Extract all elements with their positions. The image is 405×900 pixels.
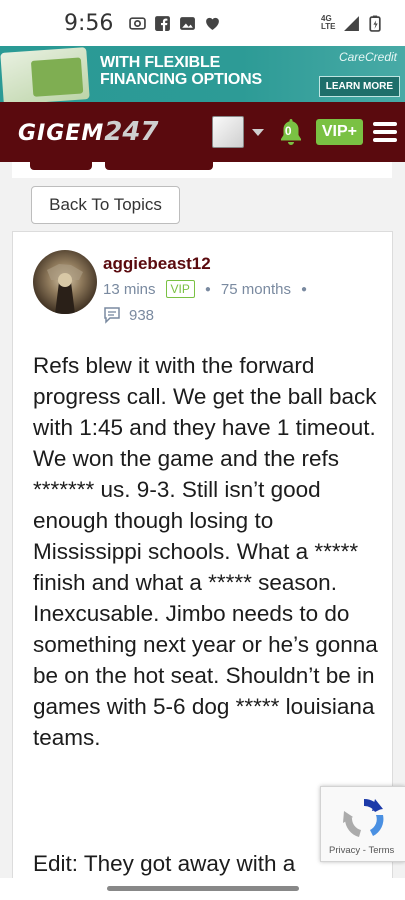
logo-suffix: 247 bbox=[104, 117, 159, 147]
meta-separator: ● bbox=[204, 283, 211, 295]
menu-icon[interactable] bbox=[373, 122, 397, 142]
member-age: 75 months bbox=[220, 280, 291, 298]
post-username[interactable]: aggiebeast12 bbox=[103, 254, 211, 274]
recaptcha-icon bbox=[343, 798, 384, 837]
user-avatar-button[interactable] bbox=[211, 116, 244, 148]
battery-icon bbox=[369, 15, 381, 32]
post-views: 938 bbox=[103, 306, 154, 324]
avatar-image-icon bbox=[47, 264, 83, 314]
notification-count: 0 bbox=[284, 124, 292, 138]
vip-badge: VIP bbox=[165, 280, 195, 298]
recaptcha-links: Privacy - Terms bbox=[329, 845, 394, 856]
ad-brand: CareCredit bbox=[338, 50, 397, 64]
signal-icon bbox=[344, 15, 359, 31]
status-notification-icons bbox=[129, 15, 221, 32]
post-time[interactable]: 13 mins bbox=[103, 281, 156, 298]
facebook-icon bbox=[155, 15, 171, 31]
subnav-tab-right[interactable] bbox=[105, 162, 213, 170]
subnav-tab-left[interactable] bbox=[30, 162, 92, 170]
ad-headline-line2: FINANCING OPTIONS bbox=[100, 71, 262, 88]
heart-icon bbox=[206, 17, 220, 30]
media-icon bbox=[129, 16, 147, 30]
status-time: 9:56 bbox=[64, 10, 114, 36]
ad-banner[interactable]: WITH FLEXIBLE FINANCING OPTIONS CareCred… bbox=[0, 46, 405, 102]
gallery-icon bbox=[180, 16, 196, 30]
recaptcha-terms-link[interactable]: Terms bbox=[368, 845, 394, 856]
post-body: Refs blew it with the forward progress c… bbox=[33, 353, 378, 750]
recaptcha-privacy-link[interactable]: Privacy bbox=[329, 845, 360, 856]
site-logo[interactable]: GIGEM247 bbox=[18, 117, 159, 147]
views-count: 938 bbox=[129, 306, 155, 324]
back-to-topics-button[interactable]: Back To Topics bbox=[31, 186, 180, 224]
site-header: GIGEM247 0 VIP+ bbox=[0, 102, 405, 162]
recaptcha-separator: - bbox=[362, 845, 366, 856]
page: 9:56 4G LTE WITH FLEXIBLE FINANCING OPTI… bbox=[0, 0, 405, 900]
ad-headline-line1: WITH FLEXIBLE bbox=[100, 54, 221, 71]
status-system-icons: 4G LTE bbox=[321, 15, 383, 32]
network-type-label: 4G LTE bbox=[321, 14, 336, 31]
post-meta: 13 mins VIP ● 75 months ● bbox=[103, 280, 317, 298]
vip-plus-button[interactable]: VIP+ bbox=[315, 119, 363, 145]
meta-separator: ● bbox=[300, 283, 308, 295]
ad-headline: WITH FLEXIBLE FINANCING OPTIONS bbox=[100, 54, 262, 88]
logo-main: GIGEM bbox=[18, 121, 105, 146]
status-bar: 9:56 4G LTE bbox=[0, 0, 405, 46]
comment-icon bbox=[104, 307, 120, 324]
home-gesture-bar[interactable] bbox=[107, 886, 299, 891]
ad-learn-more-button[interactable]: LEARN MORE bbox=[318, 76, 400, 97]
recaptcha-badge[interactable]: Privacy - Terms bbox=[320, 786, 405, 862]
system-nav-bar bbox=[0, 878, 405, 900]
ad-card-image bbox=[0, 47, 90, 102]
poster-avatar[interactable] bbox=[33, 250, 97, 314]
notifications-button[interactable]: 0 bbox=[278, 117, 304, 147]
chevron-down-icon[interactable] bbox=[251, 128, 264, 136]
